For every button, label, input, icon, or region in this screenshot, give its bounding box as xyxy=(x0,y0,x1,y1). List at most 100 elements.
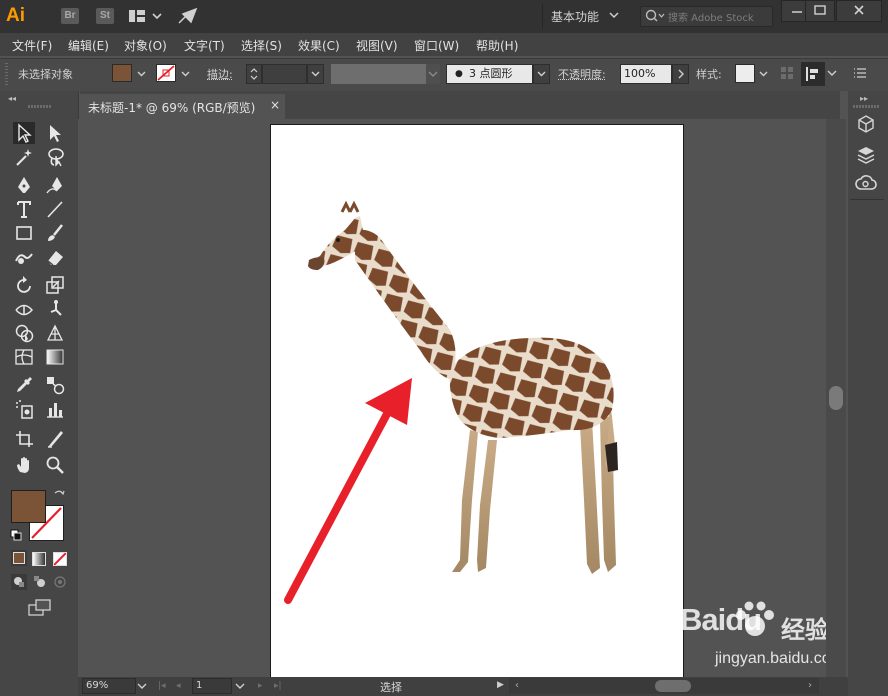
paintbrush-tool-icon[interactable] xyxy=(44,222,66,244)
creative-cloud-libraries-icon[interactable] xyxy=(855,174,877,195)
selection-tool-icon[interactable] xyxy=(13,122,35,144)
scale-tool-icon[interactable] xyxy=(44,274,66,296)
scroll-right-icon[interactable]: › xyxy=(808,680,812,691)
direct-selection-tool-icon[interactable] xyxy=(44,122,66,144)
artboard-tool-icon[interactable] xyxy=(13,428,35,450)
stroke-dropdown-chevron-icon[interactable] xyxy=(179,64,192,82)
arrange-documents-icon[interactable] xyxy=(128,9,162,26)
symbol-sprayer-tool-icon[interactable] xyxy=(13,398,35,420)
brush-definition-field[interactable]: ● 3 点圆形 xyxy=(446,64,533,84)
maximize-button[interactable] xyxy=(805,0,835,22)
previous-artboard-icon[interactable]: ◂ xyxy=(176,681,181,691)
control-panel-menu-icon[interactable] xyxy=(853,67,867,82)
stroke-weight-stepper[interactable] xyxy=(246,64,262,84)
tools-panel-grip[interactable] xyxy=(28,105,52,108)
selection-status: 未选择对象 xyxy=(18,68,73,81)
zoom-tool-icon[interactable] xyxy=(44,454,66,476)
puppet-warp-tool-icon[interactable] xyxy=(44,298,66,320)
opacity-label[interactable]: 不透明度: xyxy=(558,66,606,82)
stroke-weight-dropdown[interactable] xyxy=(307,64,324,84)
align-dropdown-chevron-icon[interactable] xyxy=(827,66,837,83)
artboard-number-field[interactable]: 1 xyxy=(192,678,232,694)
hand-tool-icon[interactable] xyxy=(13,454,35,476)
type-tool-icon[interactable] xyxy=(13,198,35,220)
opacity-expand-button[interactable] xyxy=(672,64,689,84)
slice-tool-icon[interactable] xyxy=(44,428,66,450)
menu-type[interactable]: 文字(T) xyxy=(184,37,225,54)
horizontal-scroll-thumb[interactable] xyxy=(655,680,691,692)
status-menu-arrow-icon[interactable]: ▶ xyxy=(497,680,504,690)
fill-swatch-large[interactable] xyxy=(11,490,46,523)
align-options-button[interactable] xyxy=(801,62,825,86)
menu-view[interactable]: 视图(V) xyxy=(356,37,398,54)
swap-fill-stroke-icon[interactable] xyxy=(53,489,65,504)
rectangle-tool-icon[interactable] xyxy=(13,222,35,244)
first-artboard-icon[interactable]: |◂ xyxy=(158,681,166,691)
zoom-level-field[interactable]: 69% xyxy=(82,678,136,694)
document-tab-title[interactable]: 未标题-1* @ 69% (RGB/预览) xyxy=(88,99,255,116)
color-mode-button[interactable] xyxy=(11,550,27,566)
eyedropper-tool-icon[interactable] xyxy=(13,374,35,396)
artboard-dropdown-chevron-icon[interactable] xyxy=(234,680,246,695)
brush-definition-dropdown[interactable] xyxy=(533,64,550,84)
menu-help[interactable]: 帮助(H) xyxy=(476,37,518,54)
variable-width-profile[interactable] xyxy=(331,64,426,84)
curvature-tool-icon[interactable] xyxy=(44,174,66,196)
close-window-button[interactable] xyxy=(836,0,882,22)
jingyan-wordmark: 经验 xyxy=(781,616,829,644)
fill-color-swatch[interactable] xyxy=(112,64,132,82)
collapse-tools-icon[interactable]: ◂◂ xyxy=(8,94,16,103)
layers-panel-icon[interactable] xyxy=(856,145,876,168)
vertical-scroll-thumb[interactable] xyxy=(829,386,843,410)
stroke-none-swatch[interactable] xyxy=(156,64,176,82)
variable-width-dropdown[interactable] xyxy=(426,64,440,84)
close-tab-button[interactable]: × xyxy=(270,98,280,112)
zoom-dropdown-chevron-icon[interactable] xyxy=(136,680,148,695)
draw-inside-icon[interactable] xyxy=(53,575,67,592)
line-segment-tool-icon[interactable] xyxy=(44,198,66,220)
menu-select[interactable]: 选择(S) xyxy=(241,37,282,54)
column-graph-tool-icon[interactable] xyxy=(44,398,66,420)
menu-edit[interactable]: 编辑(E) xyxy=(68,37,109,54)
menu-object[interactable]: 对象(O) xyxy=(124,37,167,54)
scroll-left-icon[interactable]: ‹ xyxy=(515,680,519,691)
rotate-tool-icon[interactable] xyxy=(13,274,35,296)
magic-wand-tool-icon[interactable] xyxy=(13,146,35,168)
pen-tool-icon[interactable] xyxy=(13,174,35,196)
stock-button[interactable]: St xyxy=(96,8,114,24)
stroke-label[interactable]: 描边: xyxy=(207,66,233,82)
lasso-tool-icon[interactable] xyxy=(44,146,66,168)
change-screen-mode-icon[interactable] xyxy=(28,599,52,620)
perspective-grid-tool-icon[interactable] xyxy=(44,322,66,344)
menu-window[interactable]: 窗口(W) xyxy=(414,37,459,54)
draw-behind-icon[interactable] xyxy=(32,574,48,593)
last-artboard-icon[interactable]: ▸| xyxy=(274,681,282,691)
expand-panels-icon[interactable]: ▸▸ xyxy=(860,94,868,103)
bridge-button[interactable]: Br xyxy=(61,8,79,24)
menu-file[interactable]: 文件(F) xyxy=(12,37,52,54)
workspace-chevron-icon[interactable] xyxy=(609,11,619,22)
default-fill-stroke-icon[interactable] xyxy=(10,529,22,544)
width-tool-icon[interactable] xyxy=(13,298,35,320)
mesh-tool-icon[interactable] xyxy=(13,346,35,368)
shaper-tool-icon[interactable] xyxy=(13,246,35,268)
stroke-weight-field[interactable] xyxy=(262,64,307,84)
eraser-tool-icon[interactable] xyxy=(44,246,66,268)
gpu-performance-icon[interactable] xyxy=(177,7,199,28)
style-dropdown-chevron-icon[interactable] xyxy=(757,64,770,82)
opacity-field[interactable]: 100% xyxy=(620,64,672,84)
shape-builder-tool-icon[interactable] xyxy=(13,322,35,344)
gradient-mode-button[interactable] xyxy=(32,552,46,566)
properties-panel-icon[interactable] xyxy=(856,114,876,137)
none-mode-button[interactable] xyxy=(53,552,67,566)
gradient-tool-icon[interactable] xyxy=(44,346,66,368)
blend-tool-icon[interactable] xyxy=(44,374,66,396)
fill-dropdown-chevron-icon[interactable] xyxy=(135,64,148,82)
dock-grip[interactable] xyxy=(853,105,879,108)
draw-normal-button[interactable] xyxy=(11,574,27,590)
next-artboard-icon[interactable]: ▸ xyxy=(258,681,263,691)
control-bar-grip[interactable] xyxy=(5,63,8,85)
menu-effect[interactable]: 效果(C) xyxy=(298,37,340,54)
workspace-switcher[interactable]: 基本功能 xyxy=(551,8,599,25)
graphic-style-swatch[interactable] xyxy=(735,64,755,83)
